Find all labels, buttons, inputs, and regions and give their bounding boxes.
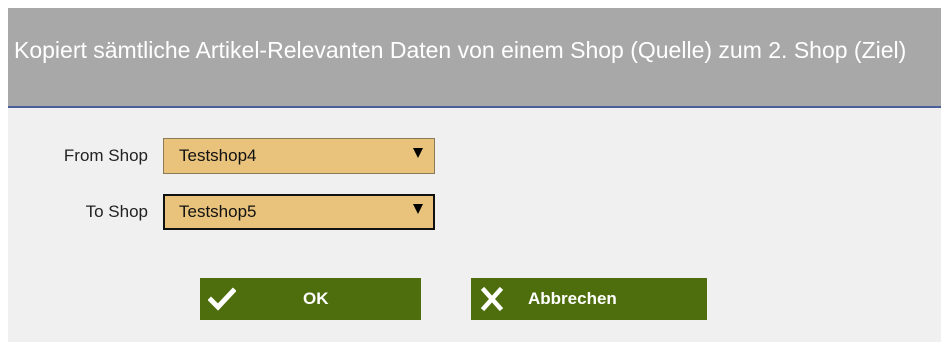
copy-shop-dialog: Kopiert sämtliche Artikel-Relevanten Dat…: [8, 8, 941, 342]
dropdown-arrow-icon: [413, 148, 423, 158]
from-shop-label: From Shop: [63, 146, 148, 165]
to-shop-value: Testshop5: [179, 202, 257, 221]
dialog-header: Kopiert sämtliche Artikel-Relevanten Dat…: [8, 8, 941, 108]
dropdown-arrow-icon: [413, 204, 423, 214]
ok-button[interactable]: OK: [200, 278, 421, 320]
close-icon: [480, 286, 504, 312]
checkmark-icon: [208, 287, 236, 311]
to-shop-select[interactable]: Testshop5: [163, 194, 435, 230]
to-shop-label: To Shop: [85, 202, 148, 221]
from-shop-value: Testshop4: [179, 146, 257, 165]
cancel-button-label: Abbrechen: [528, 289, 617, 308]
cancel-button[interactable]: Abbrechen: [471, 278, 707, 320]
ok-button-label: OK: [303, 289, 329, 308]
dialog-title: Kopiert sämtliche Artikel-Relevanten Dat…: [14, 37, 907, 63]
from-shop-select[interactable]: Testshop4: [163, 138, 435, 174]
